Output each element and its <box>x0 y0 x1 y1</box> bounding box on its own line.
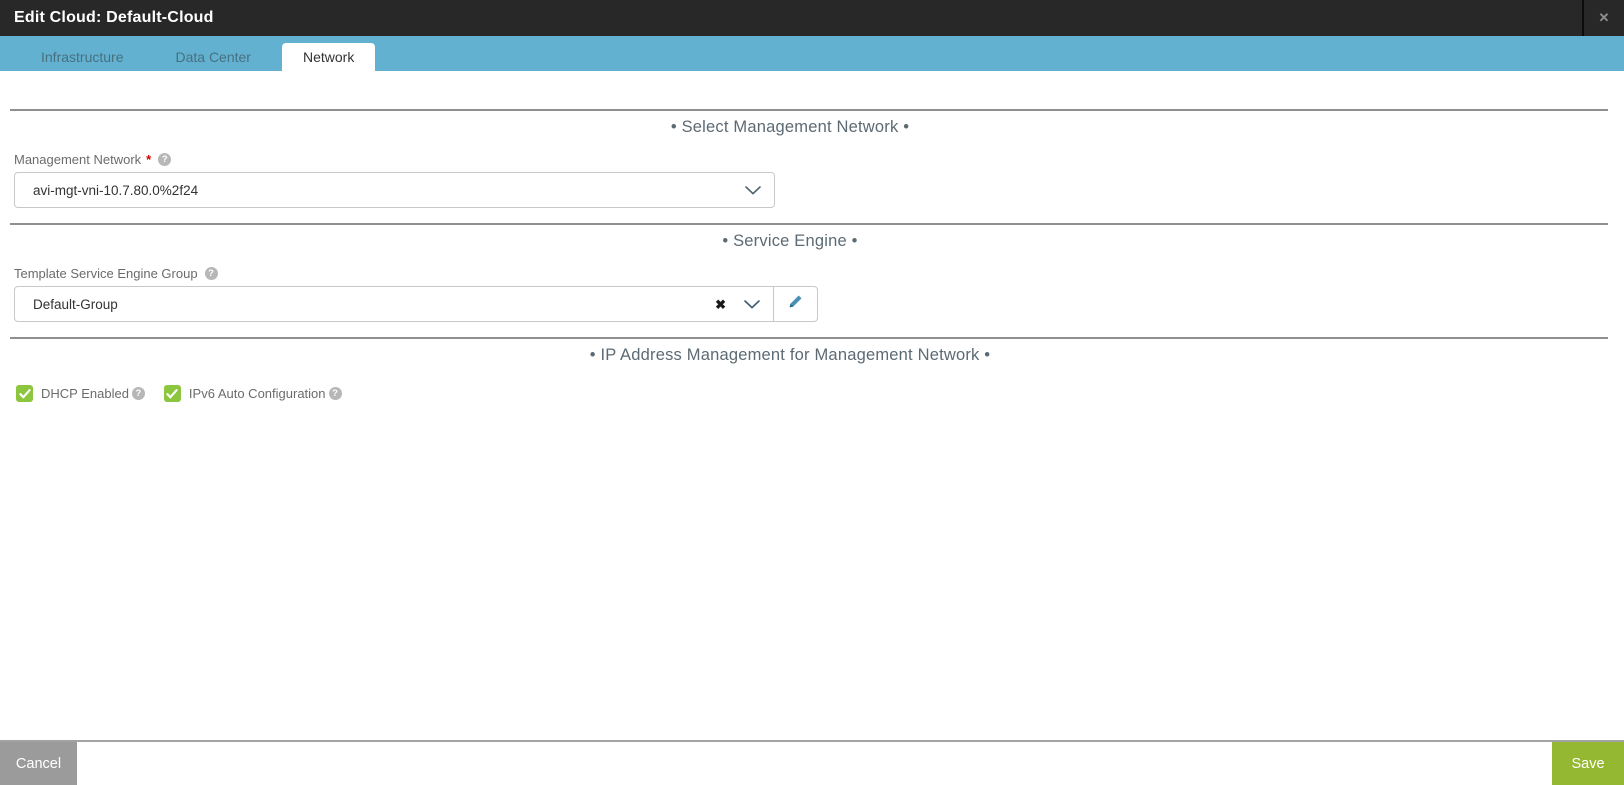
section-select-management-network: • Select Management Network • Management… <box>0 109 1624 208</box>
template-seg-label: Template Service Engine Group <box>14 266 198 281</box>
section-service-engine: • Service Engine • Template Service Engi… <box>0 223 1624 322</box>
edit-pencil-icon <box>788 294 803 314</box>
chevron-down-icon <box>745 185 761 195</box>
management-network-select-icons <box>745 173 774 207</box>
tab-infrastructure[interactable]: Infrastructure <box>20 43 144 71</box>
modal-title: Edit Cloud: Default-Cloud <box>14 9 214 26</box>
management-network-select[interactable]: avi-mgt-vni-10.7.80.0%2f24 <box>14 172 775 208</box>
tab-data-center[interactable]: Data Center <box>154 43 271 71</box>
section-ip-address-management: • IP Address Management for Management N… <box>0 337 1624 402</box>
help-icon[interactable]: ? <box>131 387 145 400</box>
management-network-select-value: avi-mgt-vni-10.7.80.0%2f24 <box>33 182 199 198</box>
management-network-label: Management Network <box>14 152 142 167</box>
template-seg-select-value: Default-Group <box>33 296 118 312</box>
modal-body: • Select Management Network • Management… <box>0 71 1624 402</box>
ipv6-auto-config-checkbox[interactable] <box>163 385 181 402</box>
required-asterisk: * <box>146 152 152 167</box>
help-icon[interactable]: ? <box>158 153 172 166</box>
ipv6-auto-config-checkbox-group: IPv6 Auto Configuration ? <box>163 385 342 402</box>
template-seg-select-icons: ✖ <box>715 287 773 321</box>
template-seg-select[interactable]: Default-Group ✖ <box>14 286 774 322</box>
chevron-down-icon <box>744 299 760 309</box>
tab-network[interactable]: Network <box>281 43 376 71</box>
section-heading-ip-address-management: • IP Address Management for Management N… <box>589 346 991 364</box>
checkmark-icon <box>166 388 179 399</box>
section-divider <box>10 337 1608 339</box>
tab-bar: Infrastructure Data Center Network <box>0 36 1624 71</box>
dhcp-enabled-label: DHCP Enabled <box>41 386 129 401</box>
ipam-checkbox-row: DHCP Enabled ? IPv6 Auto Configuration ? <box>16 385 1624 402</box>
checkmark-icon <box>18 388 31 399</box>
edit-cloud-modal: Edit Cloud: Default-Cloud ✕ Infrastructu… <box>0 0 1624 785</box>
template-seg-select-group: Default-Group ✖ <box>14 286 1624 322</box>
section-heading-service-engine: • Service Engine • <box>722 232 858 250</box>
close-button[interactable]: ✕ <box>1582 0 1624 36</box>
cancel-button[interactable]: Cancel <box>0 742 77 785</box>
dhcp-enabled-checkbox[interactable] <box>16 385 33 402</box>
edit-service-engine-group-button[interactable] <box>773 286 818 322</box>
ipv6-auto-config-label: IPv6 Auto Configuration <box>188 386 326 401</box>
section-divider <box>10 109 1608 111</box>
template-seg-label-row: Template Service Engine Group ? <box>14 266 1624 281</box>
modal-titlebar: Edit Cloud: Default-Cloud ✕ <box>0 0 1624 36</box>
modal-footer: Cancel Save <box>0 740 1624 785</box>
save-button[interactable]: Save <box>1552 742 1624 785</box>
section-divider <box>10 223 1608 225</box>
section-heading-select-management-network: • Select Management Network • <box>670 118 910 136</box>
help-icon[interactable]: ? <box>328 387 342 400</box>
dhcp-enabled-checkbox-group: DHCP Enabled ? <box>16 385 145 402</box>
help-icon[interactable]: ? <box>204 267 218 280</box>
clear-selection-icon[interactable]: ✖ <box>715 298 726 311</box>
management-network-label-row: Management Network * ? <box>14 152 1624 167</box>
close-icon: ✕ <box>1598 10 1610 25</box>
